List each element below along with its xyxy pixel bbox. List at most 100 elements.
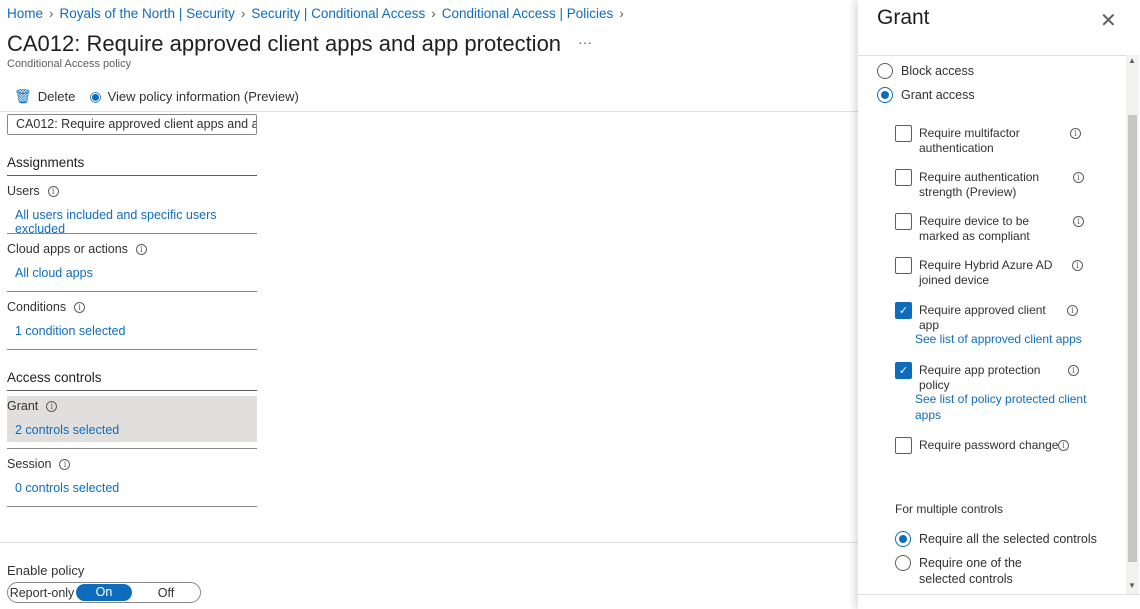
breadcrumb-policies[interactable]: Conditional Access | Policies — [442, 6, 614, 21]
grant-label: Grant i — [7, 399, 257, 413]
info-icon[interactable]: i — [135, 243, 147, 255]
checkbox-app-protection[interactable]: ✓ — [895, 362, 912, 379]
checkbox-password-change[interactable] — [895, 437, 912, 454]
chevron-right-icon: › — [431, 6, 436, 21]
eye-icon: ◉ — [89, 88, 102, 104]
info-icon[interactable]: i — [1058, 440, 1069, 451]
breadcrumb: Home › Royals of the North | Security › Se… — [7, 6, 624, 21]
divider — [858, 55, 1126, 56]
info-icon[interactable]: i — [47, 185, 59, 197]
multiple-controls-heading: For multiple controls — [895, 502, 1004, 516]
divider — [7, 233, 257, 234]
divider — [0, 542, 858, 543]
divider — [7, 506, 257, 507]
assignments-heading: Assignments — [7, 155, 85, 170]
radio-selected-icon — [877, 87, 893, 103]
info-icon[interactable]: i — [1073, 216, 1084, 227]
toggle-report-only[interactable]: Report-only — [8, 586, 76, 600]
info-icon[interactable]: i — [1070, 128, 1081, 139]
view-policy-info-button[interactable]: ◉ View policy information (Preview) — [89, 88, 298, 105]
checkbox-hybrid-joined[interactable] — [895, 257, 912, 274]
users-label-text: Users — [7, 184, 40, 198]
radio-selected-icon — [895, 531, 911, 547]
checkbox-compliant-device[interactable] — [895, 213, 912, 230]
cloud-apps-label-text: Cloud apps or actions — [7, 242, 128, 256]
divider — [0, 111, 858, 112]
grant-label-text: Grant — [7, 399, 39, 413]
checkbox-auth-strength[interactable] — [895, 169, 912, 186]
toolbar: 🗑 Delete ◉ View policy information (Previe… — [14, 88, 299, 105]
panel-title: Grant — [877, 6, 930, 29]
enable-policy-label: Enable policy — [7, 563, 85, 578]
checkbox-mfa[interactable] — [895, 125, 912, 142]
session-label-text: Session — [7, 457, 52, 471]
grant-access-radio[interactable]: Grant access — [877, 87, 975, 103]
approved-client-apps-link[interactable]: See list of approved client apps — [915, 332, 1090, 348]
require-one-label: Require one of the selected controls — [919, 556, 1022, 586]
delete-button[interactable]: 🗑 Delete — [14, 88, 75, 105]
require-one-radio[interactable]: Require one of the selected controls — [895, 555, 1069, 587]
cloud-apps-label: Cloud apps or actions i — [7, 242, 257, 256]
auth-strength-label: Require authentication strength (Preview… — [919, 170, 1040, 199]
approved-client-app-label: Require approved client app — [919, 303, 1046, 332]
scrollbar-thumb[interactable] — [1128, 115, 1137, 562]
block-access-label: Block access — [901, 64, 974, 78]
grant-access-label: Grant access — [901, 88, 975, 102]
divider — [7, 291, 257, 292]
breadcrumb-home[interactable]: Home — [7, 6, 43, 21]
session-label: Session i — [7, 457, 257, 471]
checkbox-approved-client-app[interactable]: ✓ — [895, 302, 912, 319]
info-icon[interactable]: i — [46, 400, 58, 412]
radio-icon — [877, 63, 893, 79]
password-change-label: Require password change — [919, 438, 1059, 452]
users-link[interactable]: All users included and specific users ex… — [7, 208, 257, 236]
radio-icon — [895, 555, 911, 571]
more-options-button[interactable]: ··· — [578, 34, 592, 50]
trash-icon: 🗑 — [14, 88, 32, 104]
grant-link[interactable]: 2 controls selected — [7, 423, 257, 437]
block-access-radio[interactable]: Block access — [877, 63, 974, 79]
app-protection-label: Require app protection policy — [919, 363, 1041, 392]
compliant-device-label: Require device to be marked as compliant — [919, 214, 1030, 243]
access-controls-heading: Access controls — [7, 370, 102, 385]
require-all-radio[interactable]: Require all the selected controls — [895, 531, 1097, 547]
divider — [858, 594, 1140, 595]
grant-panel: Grant ✕ Block access Grant access Requir… — [858, 0, 1140, 609]
chevron-right-icon: › — [619, 6, 624, 21]
page-subtitle: Conditional Access policy — [7, 58, 132, 70]
close-icon[interactable]: ✕ — [1100, 8, 1117, 33]
info-icon[interactable]: i — [1067, 305, 1078, 316]
divider — [7, 390, 257, 391]
cloud-apps-link[interactable]: All cloud apps — [7, 266, 257, 280]
info-icon[interactable]: i — [1072, 260, 1083, 271]
conditions-link[interactable]: 1 condition selected — [7, 324, 257, 338]
scroll-down-icon[interactable]: ▼ — [1128, 581, 1136, 590]
divider — [7, 349, 257, 350]
checkmark-icon: ✓ — [898, 305, 909, 317]
divider — [7, 175, 257, 176]
info-icon[interactable]: i — [1073, 172, 1084, 183]
delete-label: Delete — [37, 89, 76, 104]
conditions-label-text: Conditions — [7, 300, 67, 314]
mfa-label: Require multifactor authentication — [919, 126, 1020, 155]
breadcrumb-tenant-security[interactable]: Royals of the North | Security — [60, 6, 235, 21]
toggle-on[interactable]: On — [76, 584, 132, 601]
chevron-right-icon: › — [49, 6, 54, 21]
scroll-up-icon[interactable]: ▲ — [1128, 56, 1136, 65]
breadcrumb-conditional-access[interactable]: Security | Conditional Access — [251, 6, 425, 21]
enable-policy-toggle[interactable]: Report-only On Off — [7, 582, 201, 603]
conditions-label: Conditions i — [7, 300, 257, 314]
session-link[interactable]: 0 controls selected — [7, 481, 257, 495]
policy-protected-apps-link[interactable]: See list of policy protected client apps — [915, 392, 1090, 423]
info-icon[interactable]: i — [74, 301, 86, 313]
policy-name-input[interactable]: CA012: Require approved client apps and … — [7, 114, 257, 135]
users-label: Users i — [7, 184, 257, 198]
require-all-label: Require all the selected controls — [919, 532, 1097, 546]
view-info-label: View policy information (Preview) — [107, 89, 299, 104]
chevron-right-icon: › — [240, 6, 246, 21]
info-icon[interactable]: i — [59, 458, 71, 470]
info-icon[interactable]: i — [1068, 365, 1079, 376]
page-title: CA012: Require approved client apps and … — [7, 31, 562, 56]
toggle-off[interactable]: Off — [132, 586, 200, 600]
divider — [7, 448, 257, 449]
